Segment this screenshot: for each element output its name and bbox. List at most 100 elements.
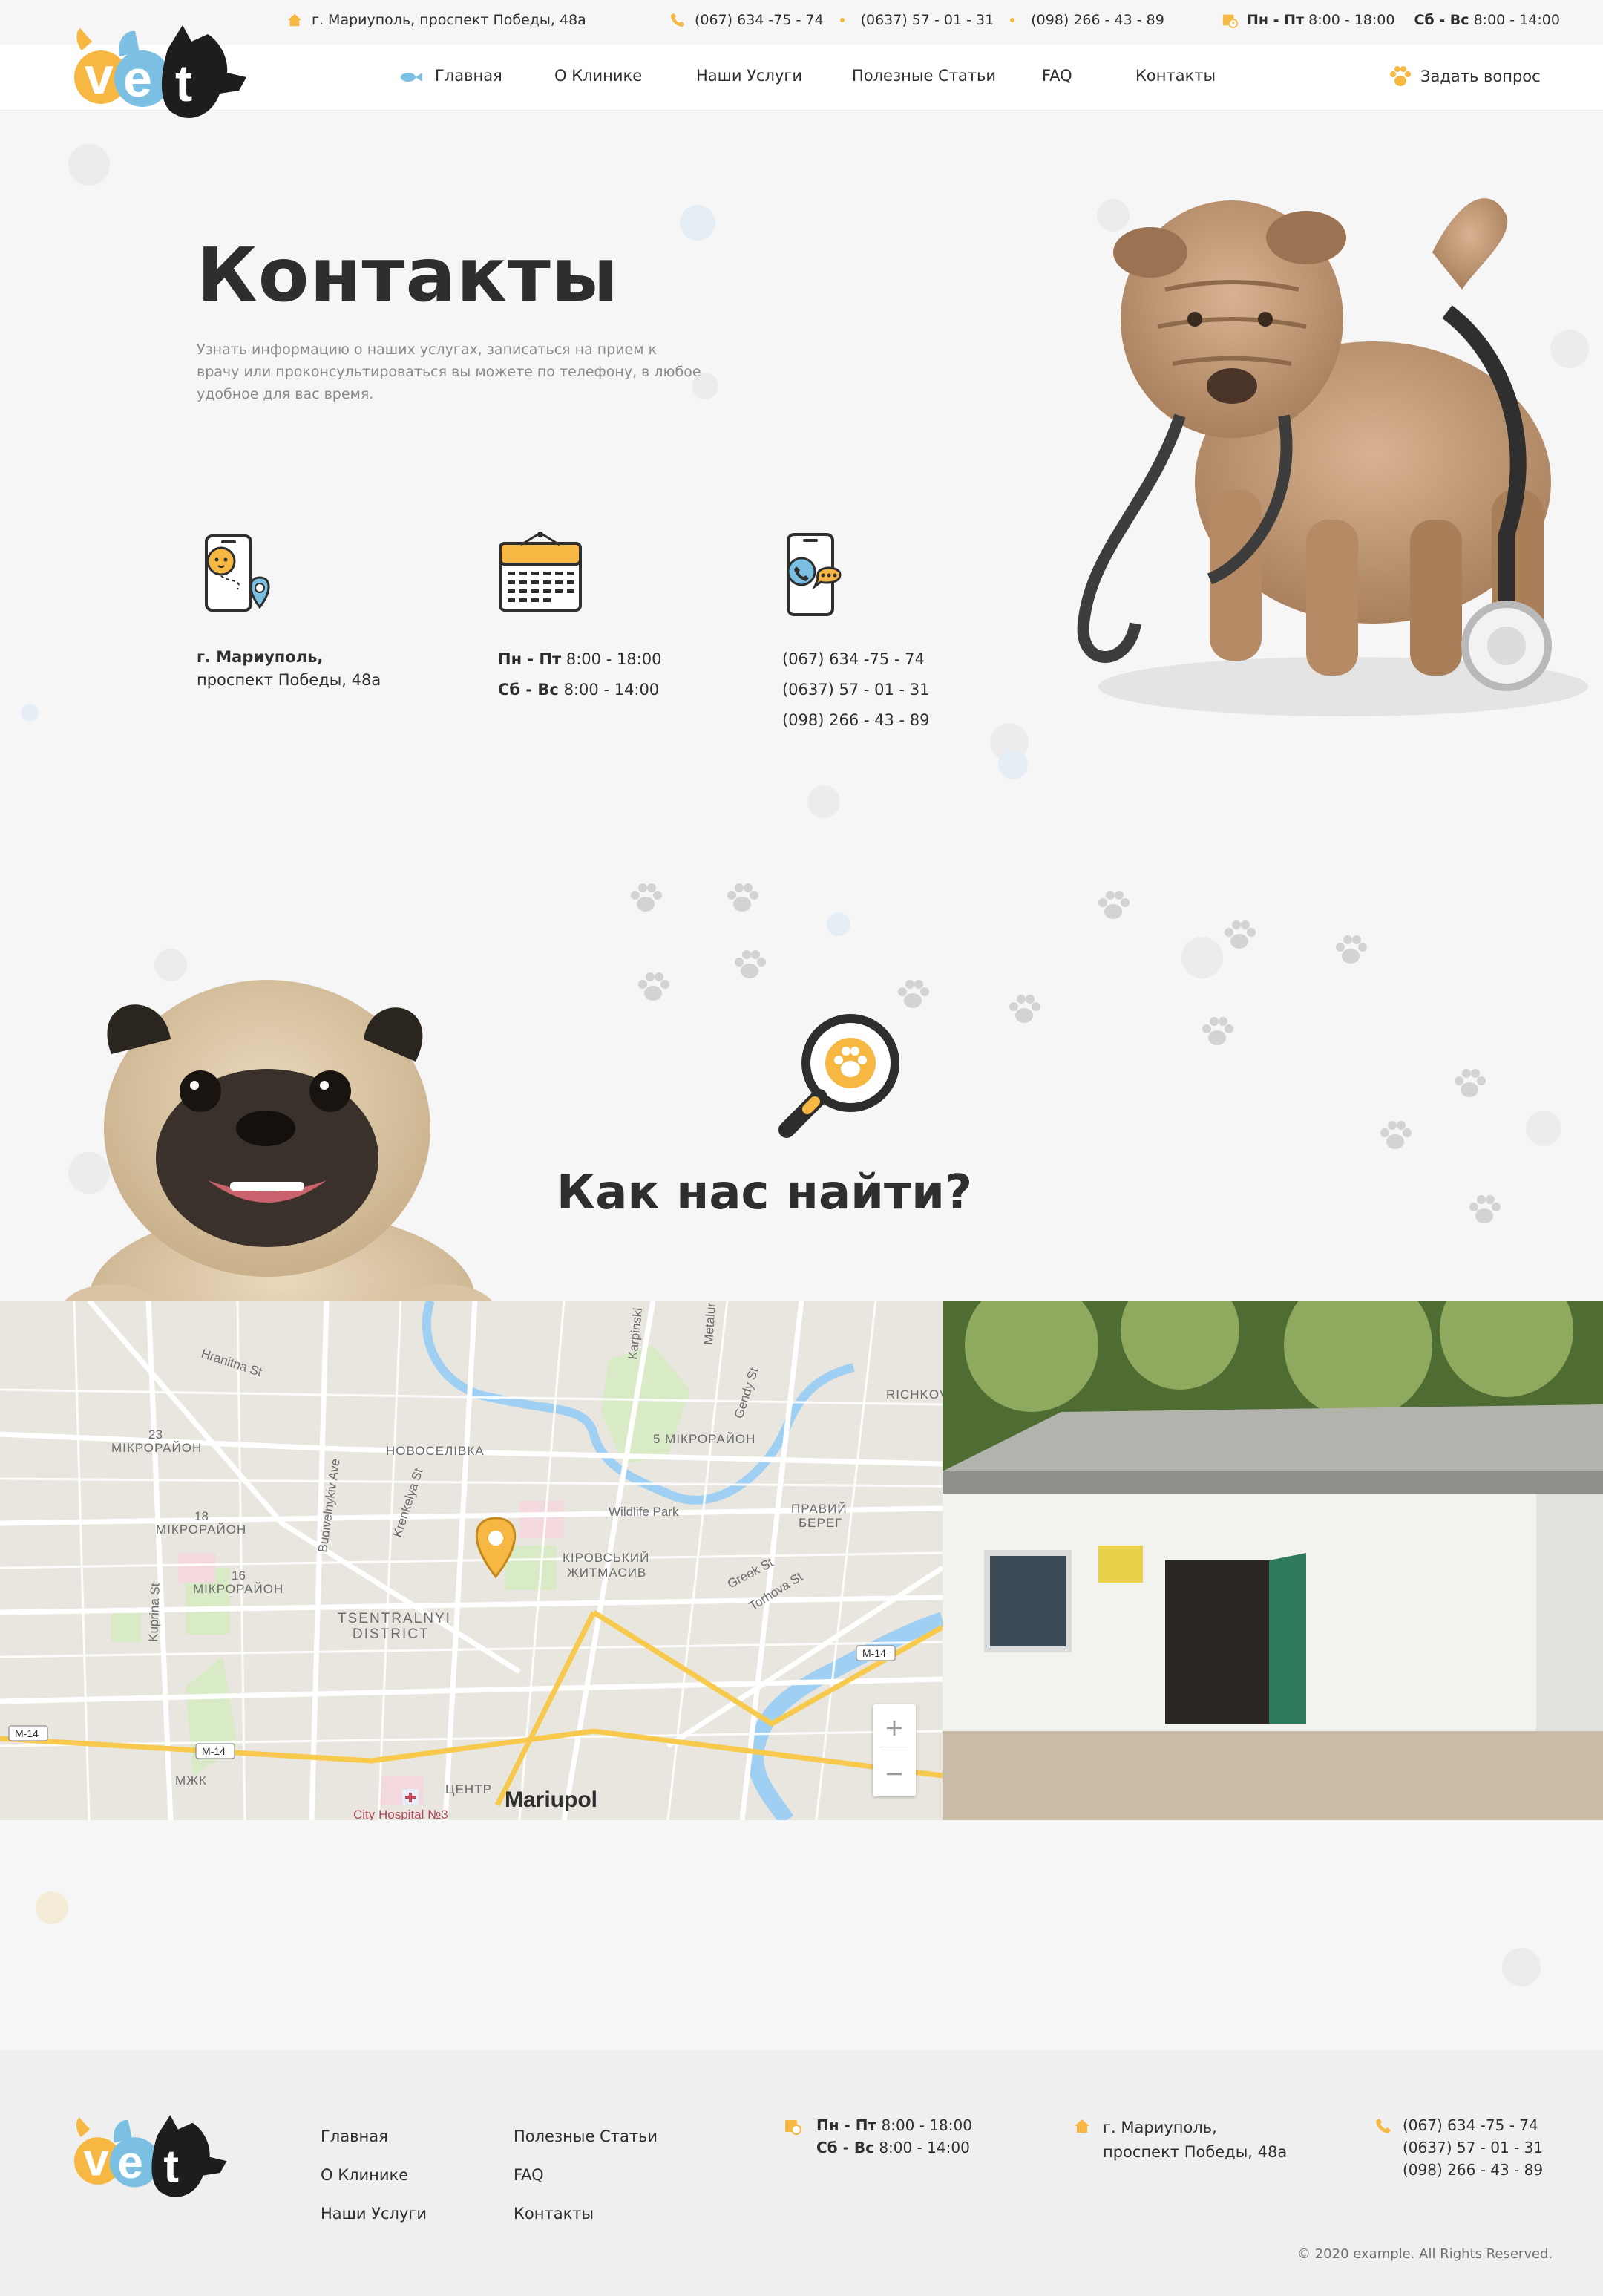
ask-question-label: Задать вопрос — [1420, 68, 1541, 85]
magnifier-paw-icon — [778, 1014, 899, 1138]
map-label-tsentralnyi-2: DISTRICT — [353, 1626, 430, 1642]
map-label-pravyi-1: ПРАВИЙ — [791, 1502, 848, 1516]
svg-text:e: e — [117, 2137, 142, 2188]
map-label-richkov: RICHKOV — [886, 1387, 943, 1402]
calendar-icon — [499, 532, 582, 612]
contact-address: г. Мариуполь, проспект Победы, 48а — [197, 646, 381, 692]
footer-home-icon — [1075, 2119, 1089, 2133]
map-label-mikro5: 5 МІКРОРАЙОН — [653, 1432, 755, 1446]
topbar-weekday-label: Пн - Пт — [1247, 12, 1305, 28]
topbar-weekend-label: Сб - Вс — [1414, 12, 1469, 28]
map-zoom-control: + − — [873, 1704, 916, 1796]
footer-phones: (067) 634 -75 - 74 (0637) 57 - 01 - 31 (… — [1403, 2114, 1543, 2181]
footer-weekday-label: Пн - Пт — [816, 2116, 877, 2134]
footer-link-services[interactable]: Наши Услуги — [321, 2205, 427, 2223]
topbar-phone-3[interactable]: (098) 266 - 43 - 89 — [1031, 12, 1164, 28]
puppy-stethoscope-image — [1077, 198, 1588, 716]
footer-weekend-label: Сб - Вс — [816, 2139, 874, 2156]
footer-link-articles[interactable]: Полезные Статьи — [514, 2127, 658, 2145]
contact-hours: Пн - Пт 8:00 - 18:00 Сб - Вс 8:00 - 14:0… — [498, 644, 661, 705]
nav-item-contacts[interactable]: Контакты — [1135, 67, 1216, 85]
map-label-tsentr: ЦЕНТР — [445, 1782, 492, 1796]
map-label-16: 16 — [232, 1569, 246, 1583]
svg-text:t: t — [175, 54, 192, 112]
footer-address: г. Мариуполь, проспект Победы, 48а — [1103, 2116, 1287, 2165]
weekday-hours: 8:00 - 18:00 — [566, 650, 662, 668]
nav-item-services[interactable]: Наши Услуги — [696, 67, 802, 85]
map-label-kirovskyi-2: ЖИТМАСИВ — [567, 1566, 646, 1580]
copyright: © 2020 example. All Rights Reserved. — [1297, 2246, 1553, 2262]
page-title: Контакты — [197, 232, 620, 318]
site-footer: v e t Главная О Клинике Наши Услуги Поле… — [0, 2050, 1603, 2296]
topbar-address-text: г. Мариуполь, проспект Победы, 48а — [312, 12, 586, 28]
map-label-novoselivka: НОВОСЕЛІВКА — [386, 1444, 485, 1458]
footer-phone-3[interactable]: (098) 266 - 43 - 89 — [1403, 2159, 1543, 2181]
svg-text:t: t — [163, 2141, 179, 2192]
footer-phone-icon — [1376, 2119, 1391, 2133]
footer-link-home[interactable]: Главная — [321, 2127, 388, 2145]
weekday-label: Пн - Пт — [498, 650, 562, 668]
map-label-mzhk: МЖК — [175, 1773, 207, 1788]
map-zoom-out-button[interactable]: − — [873, 1750, 916, 1796]
footer-phone-1[interactable]: (067) 634 -75 - 74 — [1403, 2114, 1543, 2136]
map-label-kuprina: Kuprina St — [146, 1583, 163, 1642]
separator-dot — [1010, 18, 1015, 22]
footer-vet-logo[interactable]: v e t — [71, 2110, 249, 2202]
home-icon — [287, 13, 302, 27]
topbar-weekend-hours: 8:00 - 14:00 — [1473, 12, 1560, 28]
phone-2[interactable]: (0637) 57 - 01 - 31 — [782, 675, 930, 705]
map-label-wildlife: Wildlife Park — [609, 1505, 679, 1519]
phone-1[interactable]: (067) 634 -75 - 74 — [782, 644, 930, 675]
address-line-2: проспект Победы, 48а — [197, 671, 381, 689]
map-label-hospital: City Hospital №3 — [353, 1808, 448, 1820]
phone-icon — [670, 13, 685, 27]
map-label-m14-1: M-14 — [15, 1727, 39, 1739]
footer-link-about[interactable]: О Клинике — [321, 2166, 408, 2184]
topbar-hours: Пн - Пт 8:00 - 18:00 Сб - Вс 8:00 - 14:0… — [1222, 12, 1560, 28]
phone-chat-icon — [787, 533, 842, 616]
svg-text:v: v — [85, 47, 114, 105]
svg-text:v: v — [83, 2135, 109, 2186]
contact-phones: (067) 634 -75 - 74 (0637) 57 - 01 - 31 (… — [782, 644, 930, 736]
nav-item-about[interactable]: О Клинике — [554, 67, 642, 85]
map-label-kirovskyi-1: КІРОВСЬКИЙ — [563, 1551, 649, 1565]
nav-item-home[interactable]: Главная — [435, 67, 502, 85]
footer-calendar-icon — [785, 2120, 802, 2135]
map-zoom-in-button[interactable]: + — [873, 1704, 916, 1750]
topbar-phone-2[interactable]: (0637) 57 - 01 - 31 — [861, 12, 994, 28]
weekend-label: Сб - Вс — [498, 681, 559, 699]
footer-weekday-hours: 8:00 - 18:00 — [881, 2116, 972, 2134]
map-label-mikro16: МІКРОРАЙОН — [193, 1582, 283, 1596]
map-label-18: 18 — [194, 1509, 209, 1523]
footer-phone-2[interactable]: (0637) 57 - 01 - 31 — [1403, 2136, 1543, 2159]
svg-text:e: e — [123, 50, 152, 108]
address-line-1: г. Мариуполь, — [197, 648, 324, 666]
ask-question-button[interactable]: Задать вопрос — [1388, 64, 1541, 89]
topbar-address[interactable]: г. Мариуполь, проспект Победы, 48а — [286, 12, 586, 28]
footer-address-line-1: г. Мариуполь, — [1103, 2119, 1217, 2136]
map-label-metalur: Metalur — [701, 1302, 718, 1345]
map-label-mikro18: МІКРОРАЙОН — [156, 1523, 246, 1537]
topbar-phones: (067) 634 -75 - 74 (0637) 57 - 01 - 31 (… — [669, 12, 1164, 28]
map-label-m14-2: M-14 — [202, 1745, 226, 1757]
footer-hours: Пн - Пт 8:00 - 18:00 Сб - Вс 8:00 - 14:0… — [816, 2114, 972, 2159]
paw-icon — [1390, 66, 1411, 86]
vet-logo[interactable]: v e t — [71, 19, 272, 123]
nav-item-faq[interactable]: FAQ — [1042, 67, 1072, 85]
map-label-mariupol: Mariupol — [505, 1788, 597, 1812]
phone-3[interactable]: (098) 266 - 43 - 89 — [782, 705, 930, 736]
clinic-building-photo — [943, 1301, 1603, 1820]
footer-address-line-2: проспект Победы, 48а — [1103, 2143, 1288, 2161]
pug-image — [59, 980, 497, 1336]
topbar-weekday-hours: 8:00 - 18:00 — [1308, 12, 1395, 28]
location-map[interactable]: Hranitna St 23 МІКРОРАЙОН НОВОСЕЛІВКА 18… — [0, 1301, 943, 1820]
footer-weekend-hours: 8:00 - 14:00 — [879, 2139, 970, 2156]
topbar-phone-1[interactable]: (067) 634 -75 - 74 — [695, 12, 824, 28]
map-label-m14-3: M-14 — [862, 1647, 886, 1659]
footer-link-faq[interactable]: FAQ — [514, 2166, 544, 2184]
nav-item-articles[interactable]: Полезные Статьи — [852, 67, 996, 85]
map-phone-dog-icon — [205, 534, 270, 612]
map-label-mikro23: МІКРОРАЙОН — [111, 1441, 202, 1455]
footer-link-contacts[interactable]: Контакты — [514, 2205, 594, 2223]
map-label-tsentralnyi-1: TSENTRALNYI — [338, 1611, 451, 1626]
